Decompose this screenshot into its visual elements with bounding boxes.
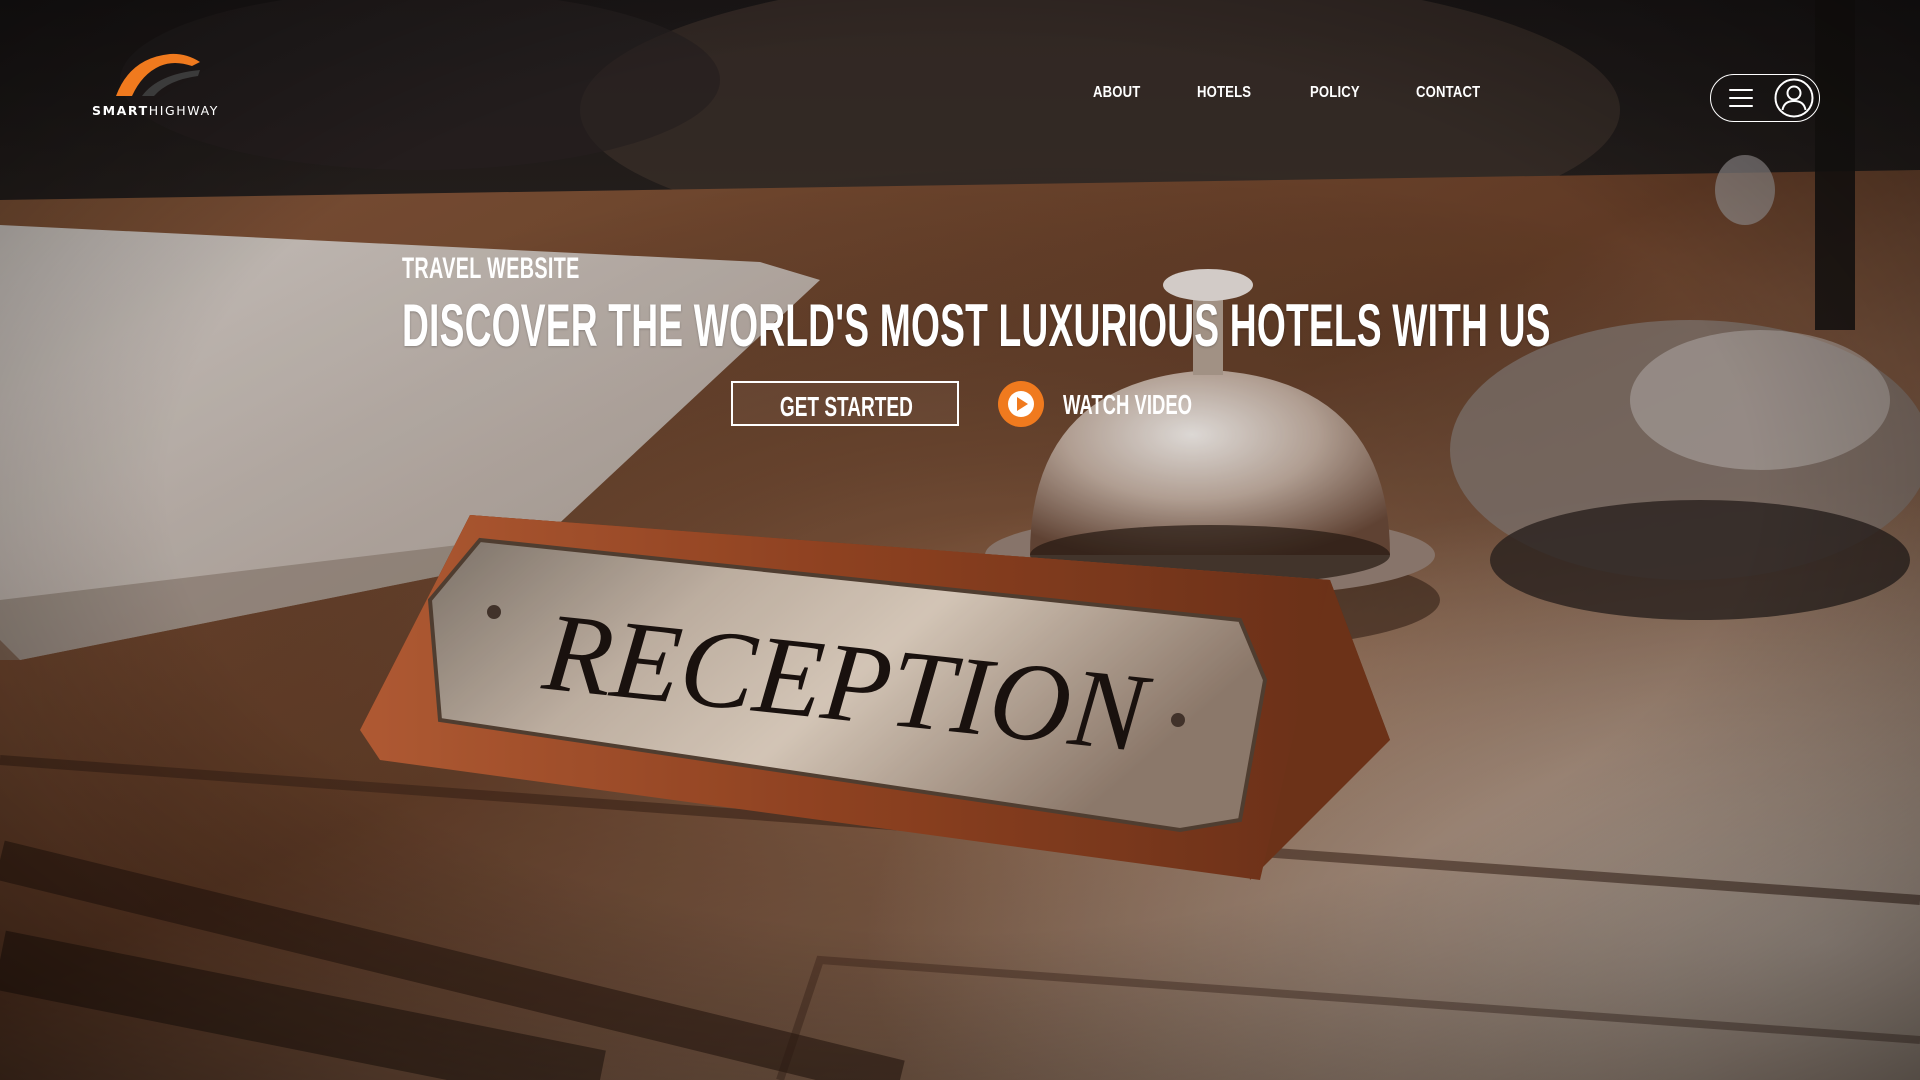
get-started-label: GET STARTED: [779, 391, 913, 422]
user-avatar-icon[interactable]: [1774, 78, 1814, 118]
nav-policy[interactable]: POLICY: [1310, 84, 1360, 102]
play-icon[interactable]: [997, 380, 1045, 428]
hero-background-photo: RECEPTION: [0, 0, 1920, 1080]
header-actions-pill: [1710, 74, 1820, 122]
nav-about[interactable]: ABOUT: [1093, 84, 1140, 102]
hero-kicker: TRAVEL WEBSITE: [402, 252, 580, 285]
nav-contact[interactable]: CONTACT: [1416, 84, 1480, 102]
get-started-button[interactable]: GET STARTED: [731, 381, 959, 426]
hero-title: DISCOVER THE WORLD'S MOST LUXURIOUS HOTE…: [402, 292, 1551, 359]
hamburger-icon[interactable]: [1729, 87, 1753, 109]
nav-hotels[interactable]: HOTELS: [1197, 84, 1251, 102]
watch-video-label: WATCH VIDEO: [1063, 389, 1193, 420]
main-nav: ABOUT HOTELS POLICY CONTACT: [0, 84, 1920, 114]
